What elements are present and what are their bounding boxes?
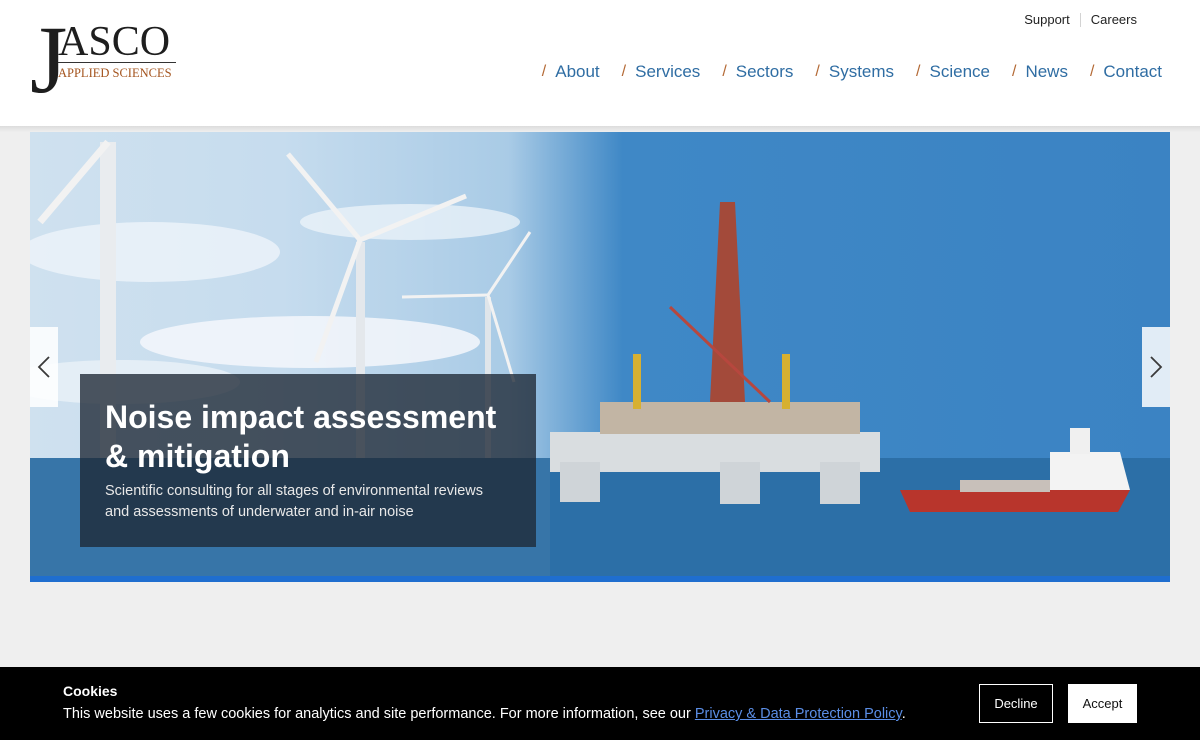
nav-item-label: Sectors bbox=[735, 62, 794, 81]
nav-separator: / bbox=[722, 63, 727, 80]
nav-item-systems[interactable]: / Systems bbox=[815, 62, 894, 82]
hero-caption: Noise impact assessment & mitigation Sci… bbox=[80, 374, 536, 547]
nav-item-label: Contact bbox=[1103, 62, 1162, 81]
privacy-policy-link[interactable]: Privacy & Data Protection Policy bbox=[695, 706, 902, 722]
main-nav: / About / Services / Sectors / Systems /… bbox=[520, 62, 1162, 82]
chevron-right-icon bbox=[1150, 356, 1163, 378]
nav-item-label: Science bbox=[929, 62, 990, 81]
nav-item-contact[interactable]: / Contact bbox=[1090, 62, 1162, 82]
logo-rule bbox=[58, 62, 176, 63]
hero-subtitle: Scientific consulting for all stages of … bbox=[105, 483, 483, 520]
logo-tagline: APPLIED SCIENCES bbox=[58, 66, 172, 80]
logo-wordmark: ASCO bbox=[58, 19, 171, 65]
nav-item-label: News bbox=[1025, 62, 1068, 81]
nav-item-sectors[interactable]: / Sectors bbox=[722, 62, 793, 82]
utility-nav-divider bbox=[1079, 12, 1081, 27]
cookie-title: Cookies bbox=[63, 683, 118, 699]
chevron-left-icon bbox=[37, 356, 50, 378]
nav-item-about[interactable]: / About bbox=[542, 62, 600, 82]
nav-item-label: About bbox=[555, 62, 600, 81]
nav-item-label: Services bbox=[635, 62, 701, 81]
accept-button[interactable]: Accept bbox=[1068, 684, 1137, 723]
nav-separator: / bbox=[1011, 63, 1017, 80]
nav-separator: / bbox=[621, 63, 627, 80]
nav-separator: / bbox=[815, 63, 820, 80]
slider-prev-button[interactable] bbox=[30, 327, 58, 407]
cookie-message-end: . bbox=[901, 706, 906, 722]
slider-next-button[interactable] bbox=[1142, 327, 1170, 407]
nav-item-news[interactable]: / News bbox=[1012, 62, 1068, 82]
cookie-message-text: This website uses a few cookies for anal… bbox=[63, 706, 695, 722]
nav-separator: / bbox=[1089, 63, 1095, 80]
nav-item-science[interactable]: / Science bbox=[916, 62, 990, 82]
jasco-logo[interactable]: J ASCO APPLIED SCIENCES bbox=[28, 12, 188, 110]
nav-separator: / bbox=[916, 63, 921, 80]
nav-item-label: Systems bbox=[828, 62, 895, 81]
hero-slide: Noise impact assessment & mitigation Sci… bbox=[30, 132, 1170, 576]
careers-link[interactable]: Careers bbox=[1091, 12, 1137, 27]
support-link[interactable]: Support bbox=[1024, 12, 1070, 27]
nav-separator: / bbox=[541, 63, 547, 80]
site-header: J ASCO APPLIED SCIENCES Support Careers … bbox=[0, 0, 1200, 126]
hero-title: Noise impact assessment & mitigation bbox=[105, 399, 497, 474]
decline-button[interactable]: Decline bbox=[979, 684, 1053, 723]
utility-nav: Support Careers bbox=[1024, 12, 1137, 27]
hero-progress-bar bbox=[30, 576, 1170, 582]
nav-item-services[interactable]: / Services bbox=[622, 62, 701, 82]
cookie-message: This website uses a few cookies for anal… bbox=[63, 706, 906, 722]
